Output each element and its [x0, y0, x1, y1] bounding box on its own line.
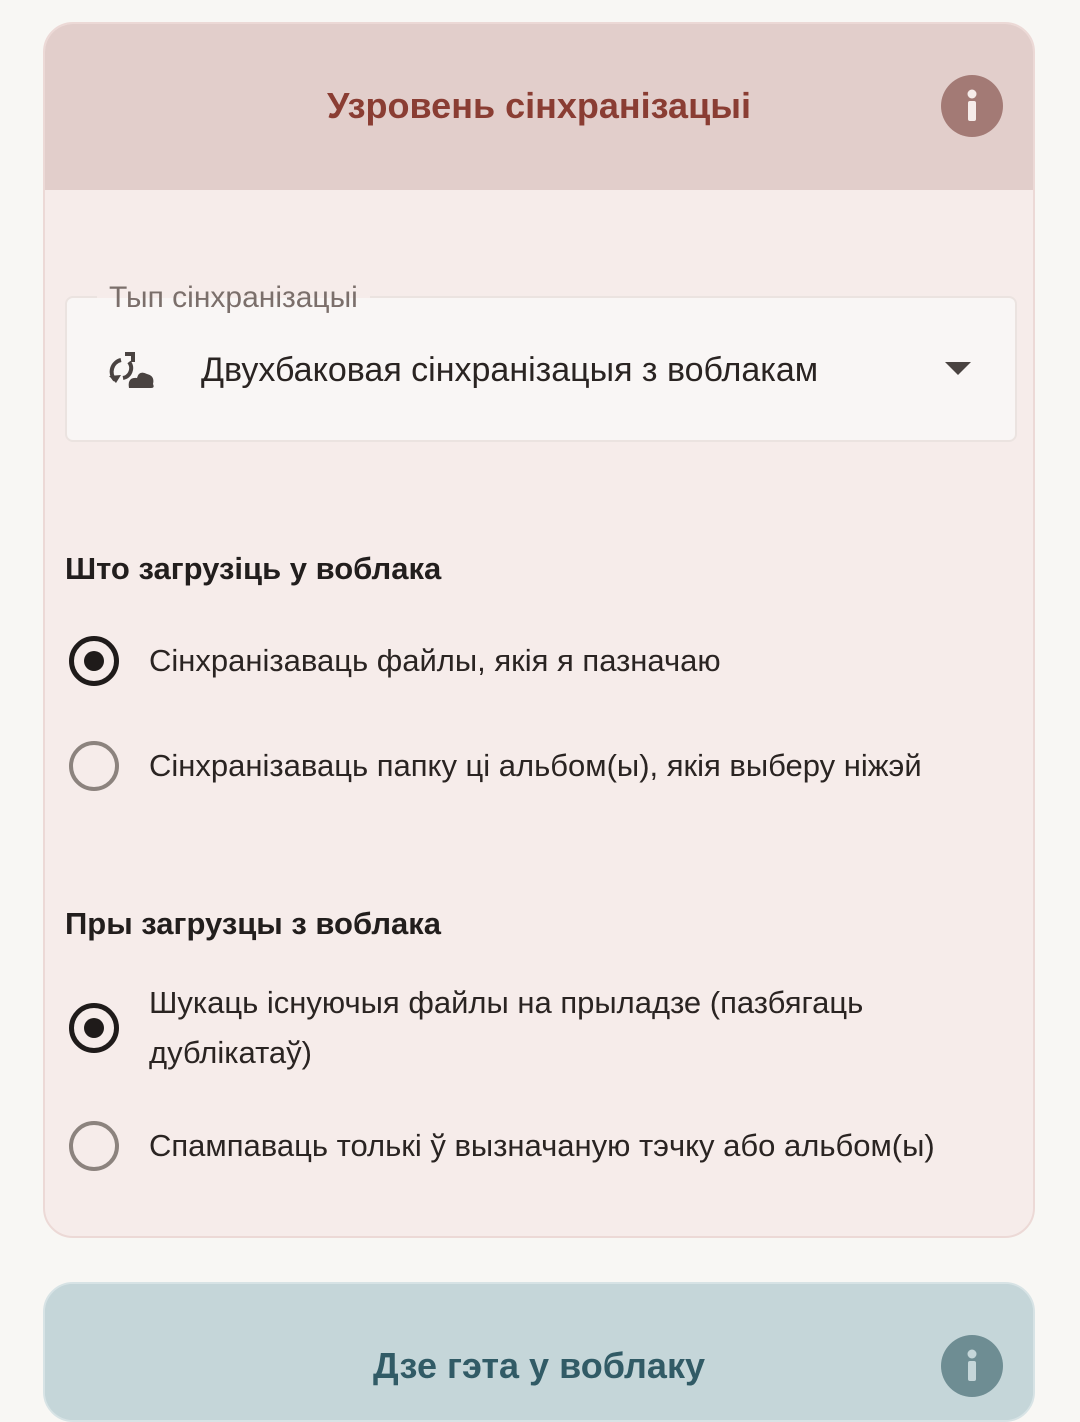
- sync-type-dropdown[interactable]: Тып сінхранізацыі Двухбаковая сінхраніза…: [65, 278, 1017, 442]
- chevron-down-icon: [945, 362, 971, 375]
- radio-download-to-folder[interactable]: Спампаваць толькі ў вызначаную тэчку або…: [67, 1121, 1007, 1171]
- download-section-title: Пры загрузцы з воблака: [65, 906, 442, 941]
- sync-level-title: Узровень сінхранізацыі: [327, 85, 751, 126]
- upload-section-title: Што загрузіць у воблака: [65, 551, 442, 586]
- radio-button-checked[interactable]: [69, 1003, 119, 1053]
- radio-button-checked[interactable]: [69, 636, 119, 686]
- sync-level-card: Узровень сінхранізацыі Тып сінхранізацыі…: [43, 22, 1035, 1238]
- radio-label: Шукаць існуючыя файлы на прыладзе (пазбя…: [149, 985, 864, 1070]
- radio-label: Сінхранізаваць папку ці альбом(ы), якія …: [149, 748, 922, 783]
- cloud-location-title: Дзе гэта у воблаку: [373, 1345, 705, 1386]
- radio-find-existing-files[interactable]: Шукаць існуючыя файлы на прыладзе (пазбя…: [67, 978, 1007, 1078]
- cloud-location-card: Дзе гэта у воблаку: [43, 1282, 1035, 1422]
- radio-sync-marked-files[interactable]: Сінхранізаваць файлы, якія я пазначаю: [67, 636, 1007, 686]
- cloud-location-header: Дзе гэта у воблаку: [45, 1284, 1033, 1420]
- radio-button-unchecked[interactable]: [69, 1121, 119, 1171]
- radio-label: Спампаваць толькі ў вызначаную тэчку або…: [149, 1128, 935, 1163]
- sync-type-value: Двухбаковая сінхранізацыя з воблакам: [201, 351, 819, 389]
- info-icon[interactable]: [941, 1335, 1003, 1397]
- radio-button-unchecked[interactable]: [69, 741, 119, 791]
- sync-type-label: Тып сінхранізацыі: [97, 278, 370, 318]
- info-icon[interactable]: [941, 75, 1003, 137]
- radio-sync-folder-albums[interactable]: Сінхранізаваць папку ці альбом(ы), якія …: [67, 741, 1007, 791]
- sync-level-header: Узровень сінхранізацыі: [45, 24, 1033, 190]
- sync-cloud-icon: [109, 352, 154, 388]
- radio-label: Сінхранізаваць файлы, якія я пазначаю: [149, 643, 721, 678]
